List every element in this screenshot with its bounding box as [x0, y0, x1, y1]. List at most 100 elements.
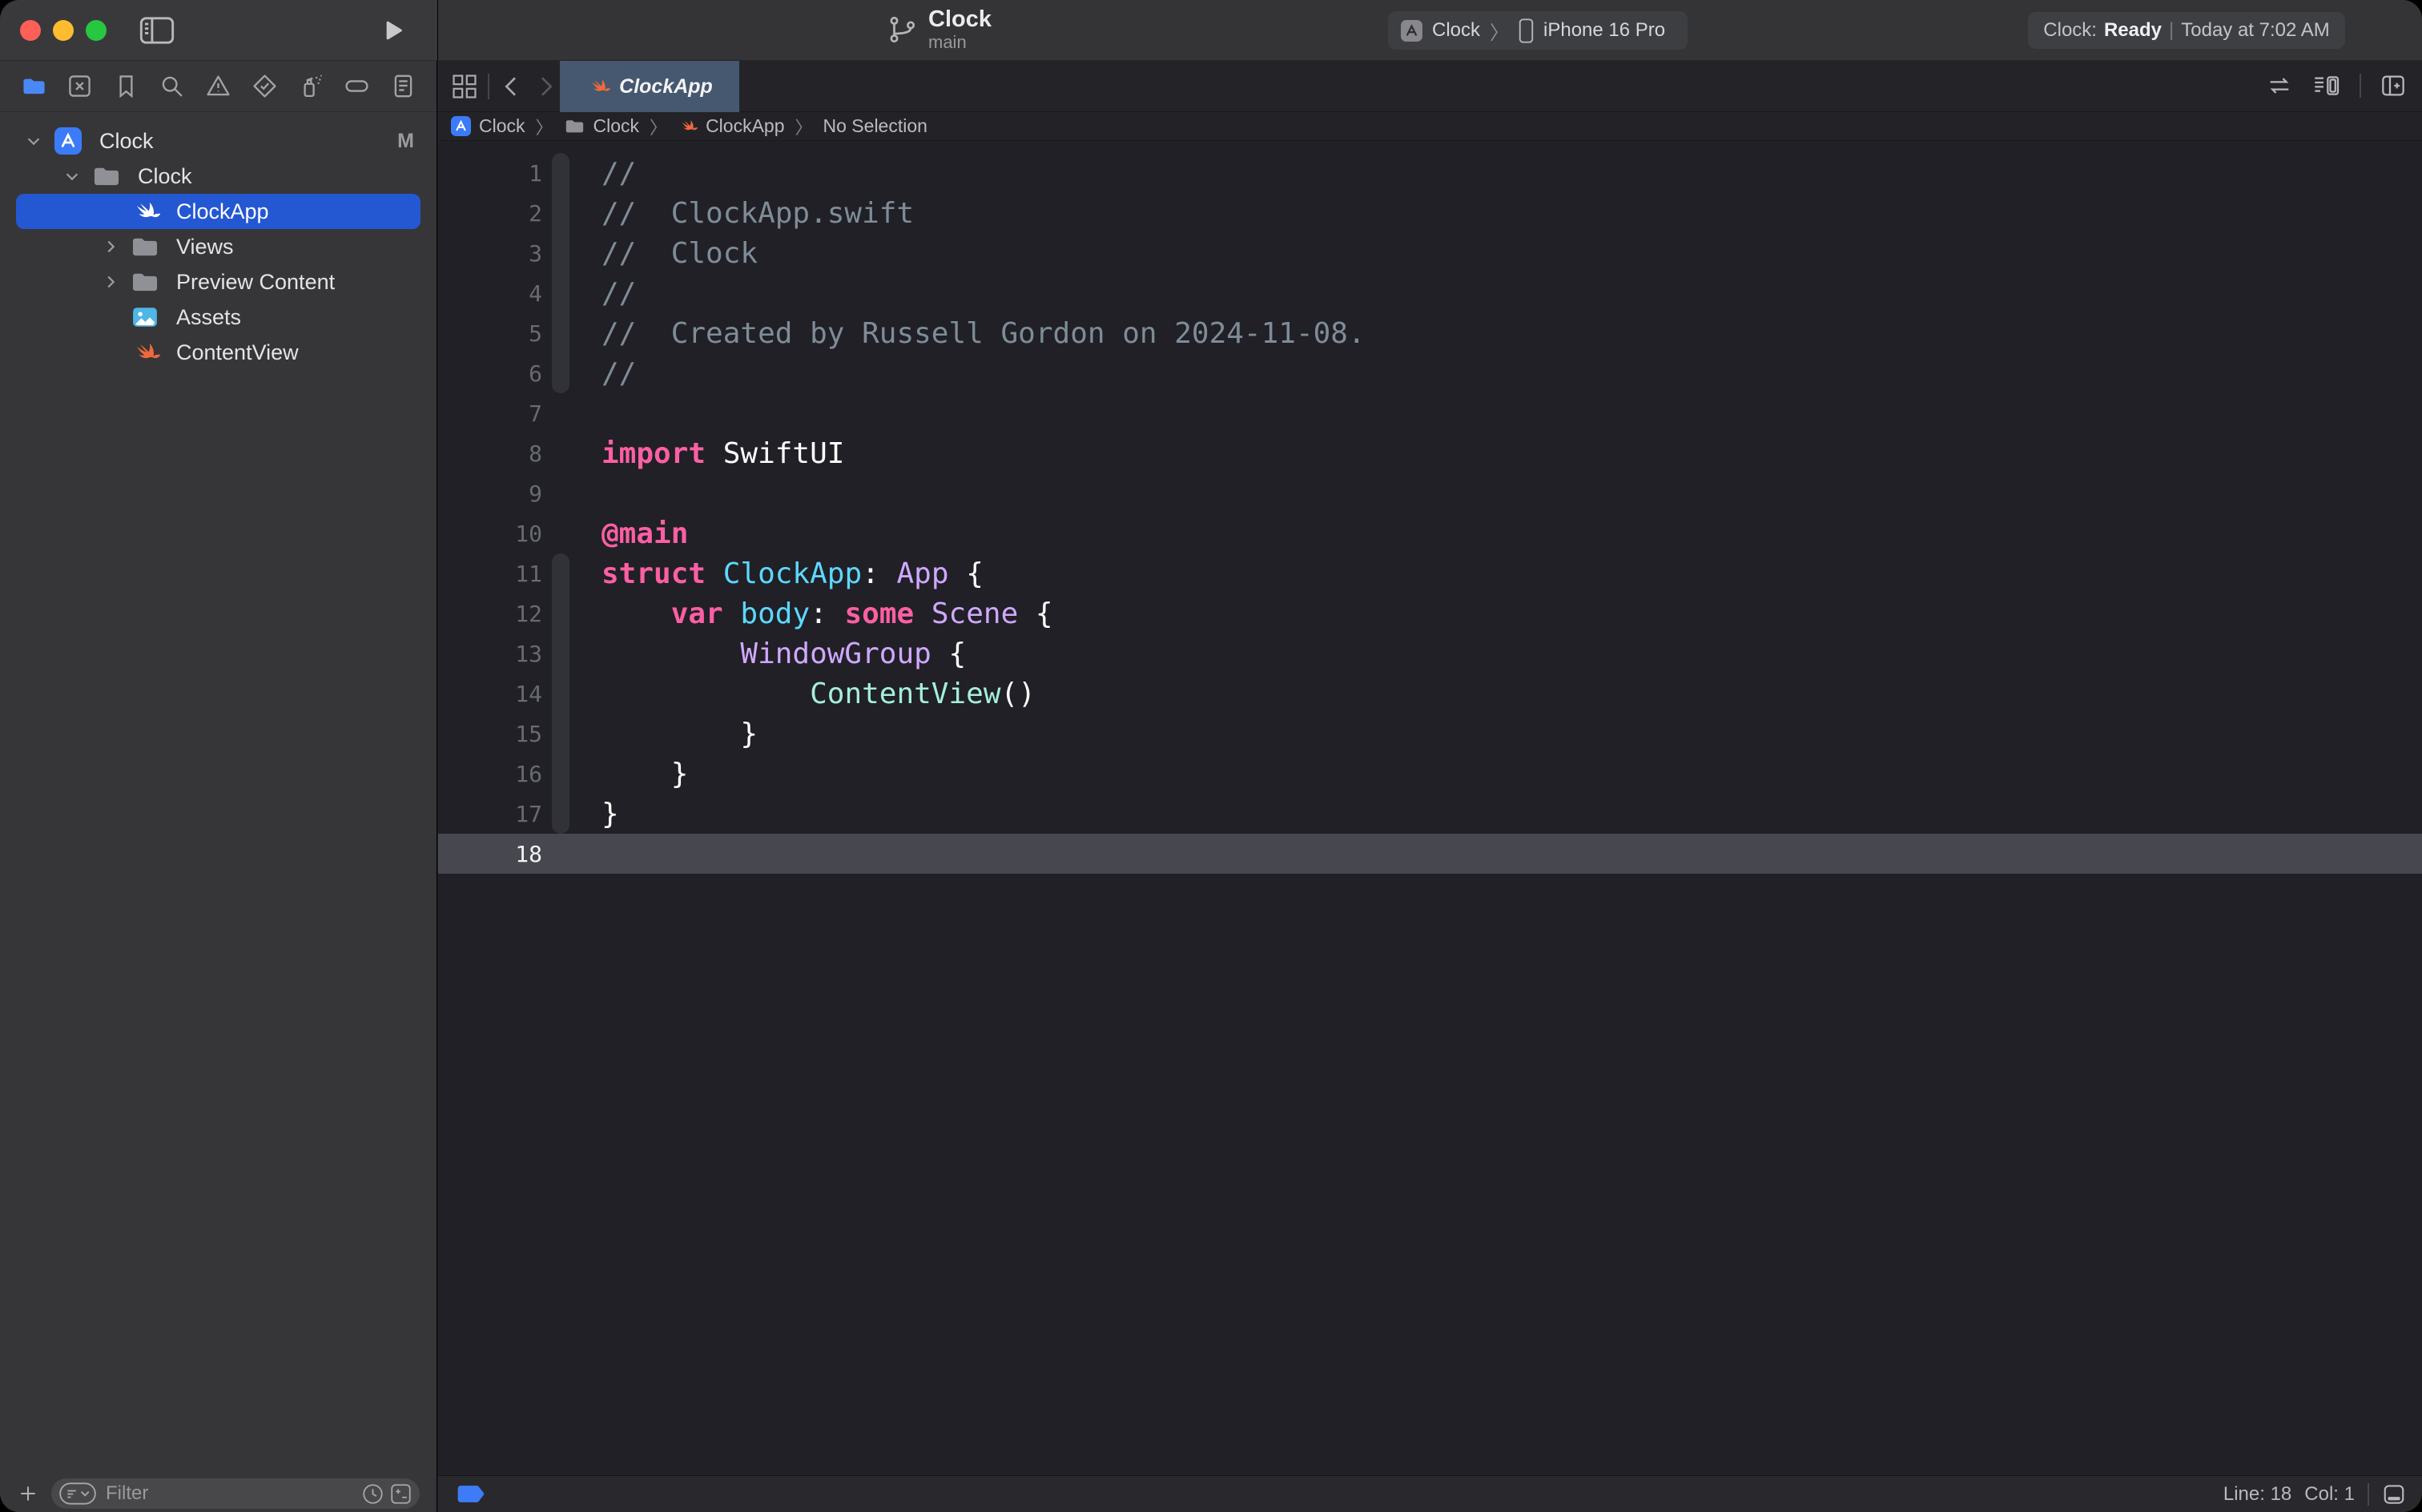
line-number[interactable]: 1 — [438, 160, 542, 187]
code-review-icon[interactable] — [2265, 73, 2294, 99]
line-number[interactable]: 8 — [438, 440, 542, 467]
status-divider: | — [2169, 19, 2174, 42]
tree-item-views[interactable]: Views — [0, 229, 437, 264]
tree-item-clockapp[interactable]: ClockApp — [16, 194, 420, 229]
code-line-11[interactable]: 11 struct ClockApp: App { — [438, 553, 2422, 593]
go-back-icon[interactable] — [499, 73, 525, 100]
issues-navigator-icon[interactable] — [204, 72, 233, 101]
run-button[interactable] — [380, 18, 405, 43]
close-button[interactable] — [20, 20, 41, 41]
line-number[interactable]: 3 — [438, 240, 542, 267]
minimize-button[interactable] — [53, 20, 74, 41]
assets-icon — [125, 302, 165, 332]
tree-item-label: Clock — [99, 129, 154, 154]
debug-navigator-icon[interactable] — [296, 72, 325, 101]
add-item-button[interactable] — [18, 1483, 38, 1504]
disclosure-chevron-icon[interactable] — [96, 238, 125, 255]
tree-item-contentview[interactable]: ContentView — [0, 335, 437, 370]
related-items-icon[interactable] — [451, 73, 478, 100]
code-line-1[interactable]: 1// — [438, 153, 2422, 193]
swift-file-icon — [586, 74, 610, 99]
code-line-7[interactable]: 7 — [438, 393, 2422, 433]
breadcrumb-selection[interactable]: No Selection — [823, 115, 927, 137]
add-editor-icon[interactable] — [2379, 73, 2408, 99]
zoom-button[interactable] — [86, 20, 107, 41]
xcode-window: Clock main Clock 〉 iPhone 16 Pro Cl — [0, 0, 2422, 1512]
breadcrumb-project[interactable]: Clock — [451, 115, 525, 137]
folder-icon — [86, 161, 127, 191]
code-line-15[interactable]: 15 } — [438, 714, 2422, 754]
find-navigator-icon[interactable] — [158, 72, 187, 101]
toolbar-sidebar-section — [0, 0, 437, 61]
tree-item-clock[interactable]: Clock — [0, 159, 437, 194]
line-number[interactable]: 2 — [438, 200, 542, 227]
line-number[interactable]: 10 — [438, 521, 542, 547]
reports-navigator-icon[interactable] — [388, 72, 417, 101]
code-line-12[interactable]: 12 var body: some Scene { — [438, 593, 2422, 633]
filter-input[interactable] — [104, 1482, 362, 1506]
editor-tab-clockapp[interactable]: ClockApp — [560, 61, 739, 112]
bookmarks-navigator-icon[interactable] — [111, 72, 140, 101]
toggle-debug-area-icon[interactable] — [2382, 1482, 2406, 1506]
scheme-selector[interactable]: Clock 〉 iPhone 16 Pro — [1388, 11, 1688, 50]
line-number[interactable]: 4 — [438, 280, 542, 307]
breakpoints-navigator-icon[interactable] — [342, 72, 371, 101]
fold-ribbon — [552, 674, 569, 714]
code-line-17[interactable]: 17} — [438, 794, 2422, 834]
editor-area: ClockApp — [438, 61, 2422, 1512]
line-number[interactable]: 5 — [438, 320, 542, 347]
breadcrumb-separator: 〉 — [795, 114, 813, 139]
toggle-left-sidebar-icon[interactable] — [139, 17, 175, 44]
breadcrumb-group[interactable]: Clock — [564, 115, 640, 137]
code-line-14[interactable]: 14 ContentView() — [438, 674, 2422, 714]
tree-item-assets[interactable]: Assets — [0, 300, 437, 335]
project-navigator-icon[interactable] — [19, 72, 48, 101]
line-number[interactable]: 11 — [438, 561, 542, 587]
filter-field[interactable] — [51, 1478, 420, 1509]
code-text: // — [601, 277, 636, 310]
breadcrumb-file[interactable]: ClockApp — [678, 115, 784, 137]
disclosure-chevron-icon[interactable] — [96, 273, 125, 291]
source-control-navigator-icon[interactable] — [66, 72, 95, 101]
code-text: @main — [601, 517, 688, 550]
scm-status-filter-icon[interactable] — [390, 1483, 412, 1505]
line-number[interactable]: 9 — [438, 481, 542, 507]
recents-clock-icon[interactable] — [362, 1483, 384, 1505]
code-line-16[interactable]: 16 } — [438, 754, 2422, 794]
code-line-10[interactable]: 10 @main — [438, 513, 2422, 553]
code-line-18[interactable]: 18 — [438, 834, 2422, 874]
line-number[interactable]: 6 — [438, 360, 542, 387]
fold-ribbon — [552, 834, 569, 874]
line-number[interactable]: 16 — [438, 761, 542, 787]
disclosure-chevron-icon[interactable] — [19, 132, 48, 150]
line-number[interactable]: 18 — [438, 841, 542, 867]
scm-status-badge: M — [397, 130, 414, 153]
breadcrumb-separator: 〉 — [650, 114, 667, 139]
breakpoints-toggle-icon[interactable] — [457, 1485, 486, 1503]
tests-navigator-icon[interactable] — [250, 72, 279, 101]
line-number[interactable]: 14 — [438, 681, 542, 707]
code-line-8[interactable]: 8import SwiftUI — [438, 433, 2422, 473]
line-number[interactable]: 15 — [438, 721, 542, 747]
code-line-9[interactable]: 9 — [438, 473, 2422, 513]
fold-ribbon — [552, 353, 569, 393]
line-number[interactable]: 17 — [438, 801, 542, 827]
code-text: struct ClockApp: App { — [601, 557, 984, 590]
code-line-2[interactable]: 2// ClockApp.swift — [438, 193, 2422, 233]
code-line-6[interactable]: 6// — [438, 353, 2422, 393]
code-line-5[interactable]: 5// Created by Russell Gordon on 2024-11… — [438, 313, 2422, 353]
disclosure-chevron-icon[interactable] — [58, 167, 86, 185]
code-text: ContentView() — [601, 678, 1036, 710]
line-number[interactable]: 13 — [438, 641, 542, 667]
tree-item-preview-content[interactable]: Preview Content — [0, 264, 437, 300]
editor-options-icon[interactable] — [2311, 73, 2342, 99]
source-editor[interactable]: 1//2// ClockApp.swift3// Clock 4 //5// Cre… — [438, 141, 2422, 1475]
code-line-4[interactable]: 4 // — [438, 273, 2422, 313]
code-line-3[interactable]: 3// Clock — [438, 233, 2422, 273]
fold-ribbon — [552, 313, 569, 353]
line-number[interactable]: 12 — [438, 601, 542, 627]
tree-item-clock[interactable]: Clock M — [0, 123, 437, 159]
line-number[interactable]: 7 — [438, 400, 542, 427]
code-line-13[interactable]: 13 WindowGroup { — [438, 633, 2422, 674]
go-forward-icon[interactable] — [533, 73, 558, 100]
